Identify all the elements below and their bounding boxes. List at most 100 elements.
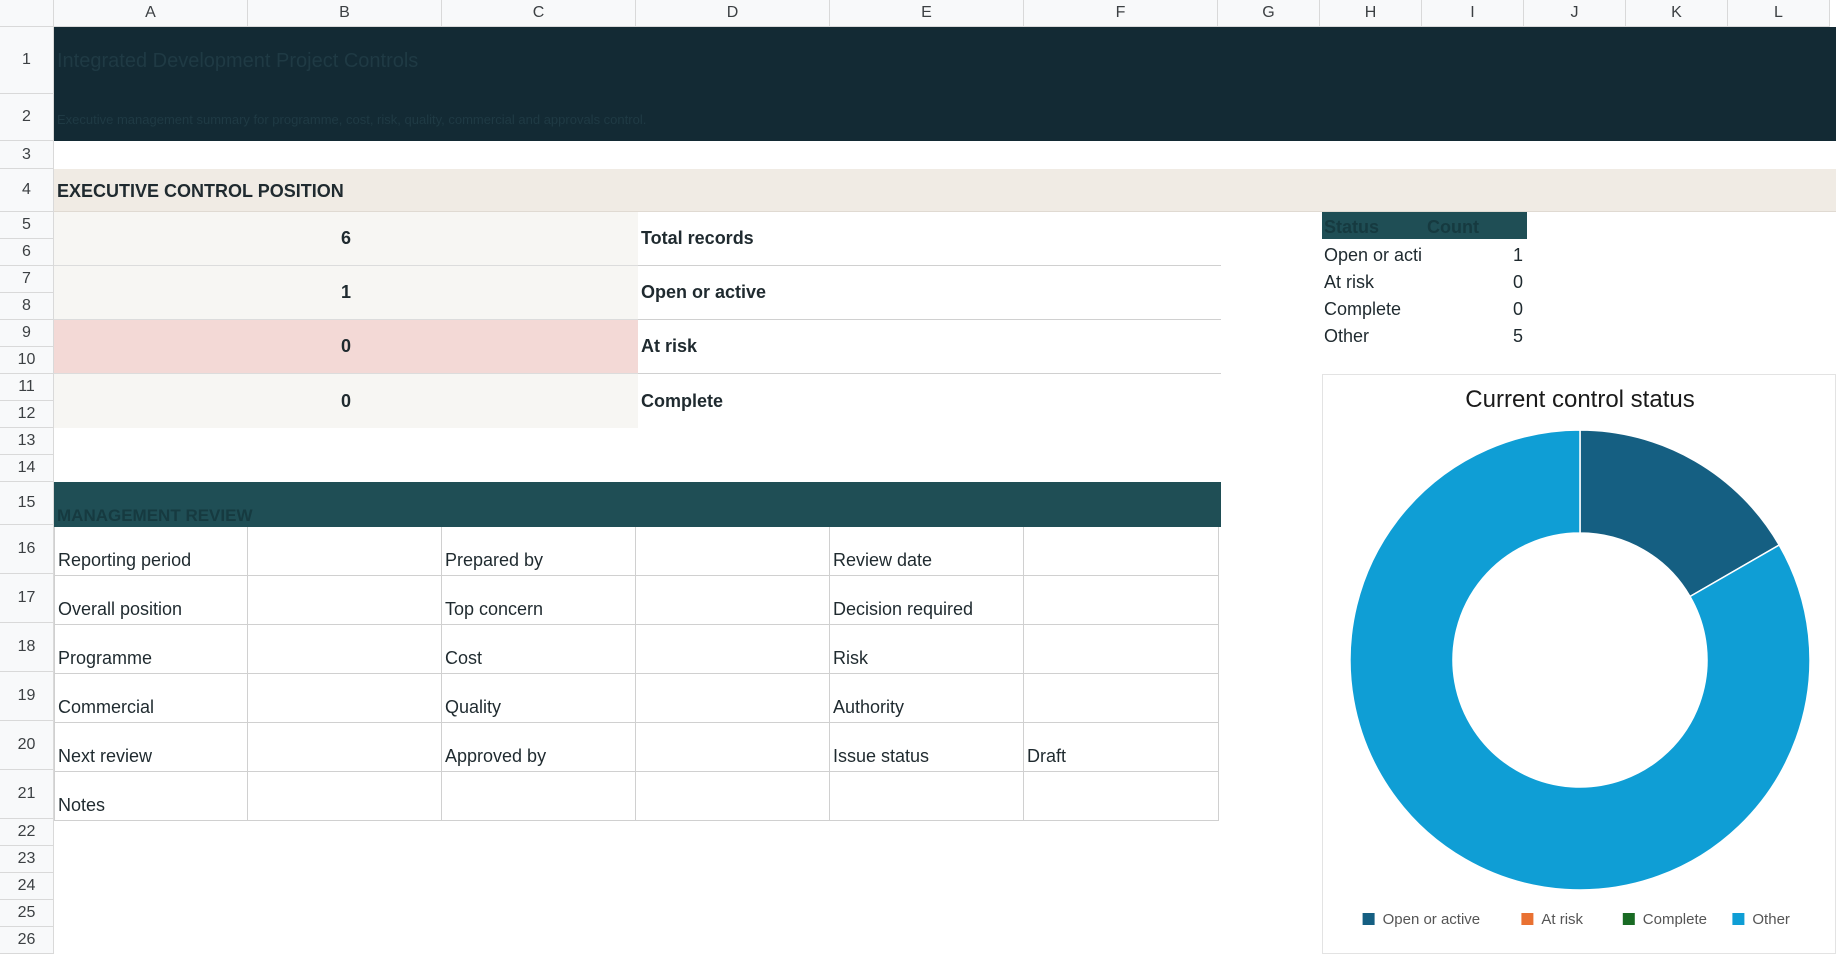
status-row-label: Complete <box>1324 299 1402 319</box>
review-value-cell[interactable] <box>248 772 442 821</box>
column-header-d[interactable]: D <box>636 0 830 27</box>
review-label-cell[interactable]: Commercial <box>54 674 248 723</box>
status-row-count: 0 <box>1512 299 1523 319</box>
row-header-10[interactable]: 10 <box>0 347 54 374</box>
review-value-cell[interactable] <box>636 625 830 674</box>
review-label-cell[interactable]: Approved by <box>442 723 636 772</box>
row-header-21[interactable]: 21 <box>0 770 54 819</box>
column-header-k[interactable]: K <box>1626 0 1728 27</box>
row-header-5[interactable]: 5 <box>0 212 54 239</box>
row-header-1[interactable]: 1 <box>0 27 54 94</box>
review-value-cell[interactable] <box>1024 625 1219 674</box>
sheet-subtitle: Executive management summary for program… <box>57 112 647 127</box>
status-row-count: 0 <box>1512 272 1523 292</box>
row-header-13[interactable]: 13 <box>0 428 54 455</box>
row-header-17[interactable]: 17 <box>0 574 54 623</box>
kpi-open-value: 1 <box>54 266 638 320</box>
row-header-3[interactable]: 3 <box>0 141 54 169</box>
kpi-total-label: Total records <box>638 212 1221 266</box>
review-label-cell[interactable]: Reporting period <box>54 527 248 576</box>
kpi-at-risk-value: 0 <box>54 320 638 374</box>
legend-label: Open or active <box>1383 911 1481 928</box>
review-label-cell[interactable]: Risk <box>830 625 1024 674</box>
select-all-corner[interactable] <box>0 0 54 27</box>
review-label-cell[interactable]: Cost <box>442 625 636 674</box>
review-value-cell[interactable]: Draft <box>1024 723 1219 772</box>
row-header-11[interactable]: 11 <box>0 374 54 401</box>
review-value-cell[interactable] <box>636 723 830 772</box>
row-header-8[interactable]: 8 <box>0 293 54 320</box>
review-value-cell[interactable] <box>636 772 830 821</box>
review-value-cell[interactable] <box>636 576 830 625</box>
review-label-cell[interactable]: Overall position <box>54 576 248 625</box>
review-label-cell[interactable] <box>830 772 1024 821</box>
review-label-cell[interactable] <box>442 772 636 821</box>
column-header-i[interactable]: I <box>1422 0 1524 27</box>
review-value-cell[interactable] <box>1024 527 1219 576</box>
review-value-cell[interactable] <box>248 527 442 576</box>
row-header-14[interactable]: 14 <box>0 455 54 482</box>
legend-swatch <box>1521 913 1534 925</box>
sheet-title: Integrated Development Project Controls <box>57 50 419 72</box>
review-value-cell[interactable] <box>636 527 830 576</box>
row-header-16[interactable]: 16 <box>0 525 54 574</box>
review-label-cell[interactable]: Authority <box>830 674 1024 723</box>
kpi-total-value: 6 <box>54 212 638 266</box>
row-header-25[interactable]: 25 <box>0 900 54 927</box>
review-label-cell[interactable]: Next review <box>54 723 248 772</box>
row-header-2[interactable]: 2 <box>0 94 54 141</box>
review-value-cell[interactable] <box>1024 576 1219 625</box>
review-label-cell[interactable]: Notes <box>54 772 248 821</box>
executive-heading: EXECUTIVE CONTROL POSITION <box>57 181 344 201</box>
column-header-b[interactable]: B <box>248 0 442 27</box>
column-header-j[interactable]: J <box>1524 0 1626 27</box>
kpi-complete-label: Complete <box>641 390 724 411</box>
legend-label: Other <box>1752 911 1790 928</box>
row-header-24[interactable]: 24 <box>0 873 54 900</box>
status-row-label: Other <box>1324 326 1370 346</box>
review-value-cell[interactable] <box>636 674 830 723</box>
review-label-cell[interactable]: Top concern <box>442 576 636 625</box>
column-header-g[interactable]: G <box>1218 0 1320 27</box>
review-value-cell[interactable] <box>248 576 442 625</box>
review-label-cell[interactable]: Review date <box>830 527 1024 576</box>
column-header-h[interactable]: H <box>1320 0 1422 27</box>
review-value-cell[interactable] <box>248 723 442 772</box>
kpi-at-risk-label: At risk <box>638 320 1221 374</box>
row-header-12[interactable]: 12 <box>0 401 54 428</box>
status-header-count: Count <box>1427 217 1479 237</box>
review-value-cell[interactable] <box>1024 674 1219 723</box>
review-value-cell[interactable] <box>248 625 442 674</box>
row-header-6[interactable]: 6 <box>0 239 54 266</box>
row-header-23[interactable]: 23 <box>0 846 54 873</box>
review-label-cell[interactable]: Decision required <box>830 576 1024 625</box>
review-label-cell[interactable]: Issue status <box>830 723 1024 772</box>
review-label-cell[interactable]: Quality <box>442 674 636 723</box>
status-row-count: 5 <box>1512 326 1523 346</box>
row-header-19[interactable]: 19 <box>0 672 54 721</box>
legend-label: Complete <box>1643 911 1707 928</box>
row-header-15[interactable]: 15 <box>0 482 54 525</box>
legend-swatch <box>1622 913 1635 925</box>
row-header-20[interactable]: 20 <box>0 721 54 770</box>
review-value-cell[interactable] <box>248 674 442 723</box>
column-header-a[interactable]: A <box>54 0 248 27</box>
column-header-l[interactable]: L <box>1728 0 1830 27</box>
legend-swatch <box>1732 913 1745 925</box>
review-label-cell[interactable]: Prepared by <box>442 527 636 576</box>
row-header-26[interactable]: 26 <box>0 927 54 954</box>
row-header-22[interactable]: 22 <box>0 819 54 846</box>
kpi-open-label: Open or active <box>638 266 1221 320</box>
row-header-18[interactable]: 18 <box>0 623 54 672</box>
review-value-cell[interactable] <box>1024 772 1219 821</box>
chart-container[interactable]: Current control status Open or active At … <box>1322 374 1836 954</box>
column-header-e[interactable]: E <box>830 0 1024 27</box>
row-header-7[interactable]: 7 <box>0 266 54 293</box>
status-row-count: 1 <box>1512 245 1523 265</box>
review-label-cell[interactable]: Programme <box>54 625 248 674</box>
row-header-4[interactable]: 4 <box>0 169 54 212</box>
column-header-c[interactable]: C <box>442 0 636 27</box>
column-header-f[interactable]: F <box>1024 0 1218 27</box>
row-header-9[interactable]: 9 <box>0 320 54 347</box>
chart-slices <box>1349 429 1811 891</box>
